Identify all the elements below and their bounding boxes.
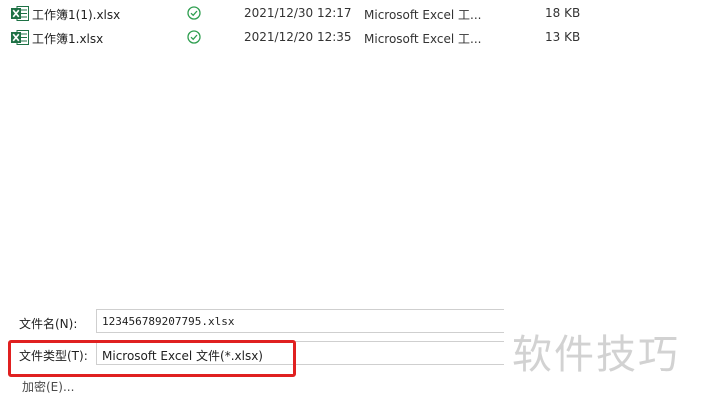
file-size: 18 KB [545,6,581,20]
watermark: 软件技巧 [512,332,680,378]
encrypt-link[interactable]: 加密(E)... [22,378,74,395]
file-name: 工作簿1.xlsx [32,32,104,46]
synced-check-icon [187,6,201,20]
file-type: Microsoft Excel 工... [364,8,482,22]
synced-check-icon [187,30,201,44]
file-name: 工作簿1(1).xlsx [32,8,121,22]
excel-file-icon [11,30,29,45]
file-date: 2021/12/20 12:35 [244,30,352,44]
filename-value: 123456789207795.xlsx [102,315,235,328]
file-row[interactable]: 工作簿1(1).xlsx 2021/12/30 12:17 Microsoft … [0,1,600,25]
filename-label: 文件名(N): [19,317,78,331]
file-date: 2021/12/30 12:17 [244,6,352,20]
file-size: 13 KB [545,30,581,44]
file-row[interactable]: 工作簿1.xlsx 2021/12/20 12:35 Microsoft Exc… [0,25,600,49]
filename-input[interactable]: 123456789207795.xlsx [96,309,504,333]
excel-file-icon [11,6,29,21]
highlight-box [8,340,296,377]
file-type: Microsoft Excel 工... [364,32,482,46]
